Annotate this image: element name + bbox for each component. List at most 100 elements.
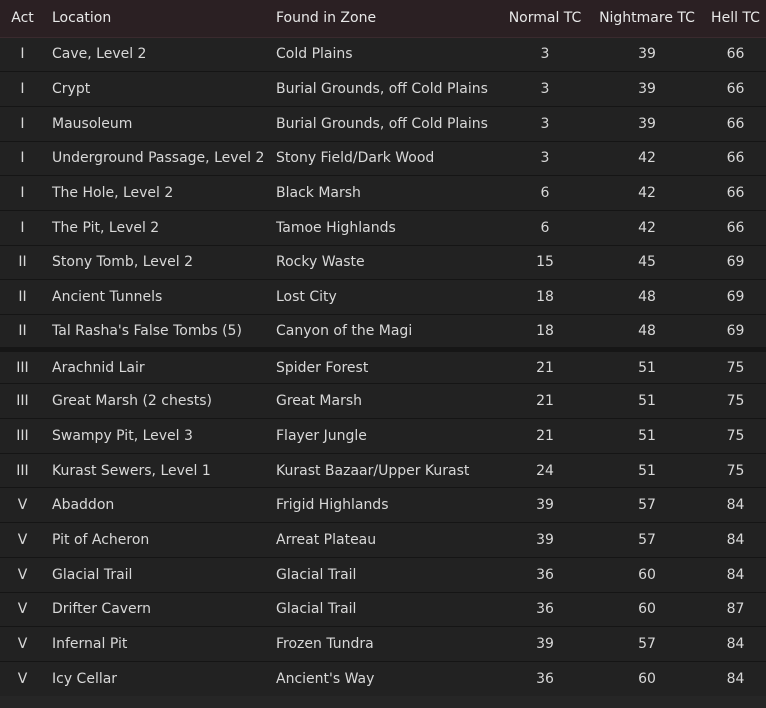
header-zone[interactable]: Found in Zone (276, 0, 494, 38)
cell-zone: Ancient's Way (276, 661, 494, 697)
cell-location: Great Marsh (2 chests) (45, 383, 276, 420)
table-row: V Icy Cellar Ancient's Way 36 60 84 (0, 661, 766, 697)
cell-location: Tal Rasha's False Tombs (5) (45, 314, 276, 352)
table-header: Act Location Found in Zone Normal TC Nig… (0, 0, 766, 38)
cell-normal-tc: 21 (494, 383, 596, 420)
table-row: I Cave, Level 2 Cold Plains 3 39 66 (0, 37, 766, 73)
cell-location: Kurast Sewers, Level 1 (45, 453, 276, 489)
cell-act: V (0, 661, 45, 697)
cell-nightmare-tc: 42 (596, 175, 698, 211)
cell-normal-tc: 3 (494, 37, 596, 73)
cell-act: I (0, 175, 45, 211)
cell-nightmare-tc: 42 (596, 141, 698, 177)
cell-normal-tc: 36 (494, 557, 596, 593)
cell-nightmare-tc: 60 (596, 661, 698, 697)
cell-normal-tc: 3 (494, 141, 596, 177)
cell-nightmare-tc: 60 (596, 557, 698, 593)
cell-location: The Hole, Level 2 (45, 175, 276, 211)
table-row: V Glacial Trail Glacial Trail 36 60 84 (0, 557, 766, 593)
cell-location: Icy Cellar (45, 661, 276, 697)
cell-hell-tc: 87 (698, 592, 766, 628)
cell-hell-tc: 66 (698, 106, 766, 142)
cell-zone: Frozen Tundra (276, 626, 494, 662)
table-row: II Ancient Tunnels Lost City 18 48 69 (0, 279, 766, 315)
table-row: III Swampy Pit, Level 3 Flayer Jungle 21 51 7… (0, 418, 766, 454)
cell-zone: Glacial Trail (276, 592, 494, 628)
cell-act: I (0, 210, 45, 246)
cell-hell-tc: 75 (698, 418, 766, 454)
cell-hell-tc: 69 (698, 314, 766, 352)
cell-location: Ancient Tunnels (45, 279, 276, 315)
cell-zone: Spider Forest (276, 349, 494, 385)
header-normal-tc[interactable]: Normal TC (494, 0, 596, 38)
cell-nightmare-tc: 42 (596, 210, 698, 246)
cell-normal-tc: 18 (494, 279, 596, 315)
cell-zone: Glacial Trail (276, 557, 494, 593)
table-row: I The Pit, Level 2 Tamoe Highlands 6 42 66 (0, 210, 766, 246)
cell-normal-tc: 3 (494, 106, 596, 142)
table-row: V Pit of Acheron Arreat Plateau 39 57 84 (0, 522, 766, 558)
header-row: Act Location Found in Zone Normal TC Nig… (0, 0, 766, 38)
cell-normal-tc: 6 (494, 210, 596, 246)
table-row: I Mausoleum Burial Grounds, off Cold Plain… (0, 106, 766, 142)
cell-zone: Arreat Plateau (276, 522, 494, 558)
cell-hell-tc: 75 (698, 453, 766, 489)
cell-normal-tc: 24 (494, 453, 596, 489)
cell-location: Drifter Cavern (45, 592, 276, 628)
cell-zone: Tamoe Highlands (276, 210, 494, 246)
cell-zone: Cold Plains (276, 37, 494, 73)
table-row: III Great Marsh (2 chests) Great Marsh 21 51… (0, 383, 766, 420)
cell-normal-tc: 21 (494, 418, 596, 454)
cell-hell-tc: 75 (698, 383, 766, 420)
cell-zone: Rocky Waste (276, 245, 494, 281)
cell-hell-tc: 69 (698, 279, 766, 315)
cell-nightmare-tc: 57 (596, 626, 698, 662)
cell-hell-tc: 75 (698, 349, 766, 385)
cell-act: I (0, 71, 45, 107)
cell-hell-tc: 84 (698, 557, 766, 593)
treasure-class-table-container: Act Location Found in Zone Normal TC Nig… (0, 0, 766, 697)
table-row: III Arachnid Lair Spider Forest 21 51 75 (0, 349, 766, 385)
cell-nightmare-tc: 51 (596, 453, 698, 489)
cell-act: V (0, 557, 45, 593)
cell-nightmare-tc: 51 (596, 418, 698, 454)
cell-hell-tc: 84 (698, 487, 766, 524)
cell-act: II (0, 279, 45, 315)
cell-act: III (0, 453, 45, 489)
cell-zone: Kurast Bazaar/Upper Kurast (276, 453, 494, 489)
header-hell-tc[interactable]: Hell TC (698, 0, 766, 38)
header-location[interactable]: Location (45, 0, 276, 38)
horizontal-scrollbar[interactable] (0, 696, 766, 708)
cell-nightmare-tc: 39 (596, 106, 698, 142)
cell-location: Infernal Pit (45, 626, 276, 662)
table-row: III Kurast Sewers, Level 1 Kurast Bazaar/U… (0, 453, 766, 489)
cell-location: Mausoleum (45, 106, 276, 142)
cell-nightmare-tc: 45 (596, 245, 698, 281)
cell-hell-tc: 84 (698, 522, 766, 558)
cell-nightmare-tc: 51 (596, 349, 698, 385)
cell-location: Pit of Acheron (45, 522, 276, 558)
cell-zone: Stony Field/Dark Wood (276, 141, 494, 177)
cell-act: III (0, 349, 45, 385)
cell-zone: Lost City (276, 279, 494, 315)
header-nightmare-tc[interactable]: Nightmare TC (596, 0, 698, 38)
cell-zone: Frigid Highlands (276, 487, 494, 524)
cell-act: III (0, 383, 45, 420)
table-row: I Crypt Burial Grounds, off Cold Plains 3 39… (0, 71, 766, 107)
cell-act: V (0, 487, 45, 524)
cell-act: I (0, 106, 45, 142)
cell-nightmare-tc: 57 (596, 487, 698, 524)
cell-location: Abaddon (45, 487, 276, 524)
header-act[interactable]: Act (0, 0, 45, 38)
cell-normal-tc: 36 (494, 661, 596, 697)
cell-normal-tc: 39 (494, 487, 596, 524)
cell-nightmare-tc: 39 (596, 37, 698, 73)
cell-act: I (0, 37, 45, 73)
cell-location: Swampy Pit, Level 3 (45, 418, 276, 454)
cell-nightmare-tc: 48 (596, 279, 698, 315)
cell-normal-tc: 3 (494, 71, 596, 107)
cell-location: Glacial Trail (45, 557, 276, 593)
cell-location: Stony Tomb, Level 2 (45, 245, 276, 281)
cell-nightmare-tc: 39 (596, 71, 698, 107)
cell-act: V (0, 592, 45, 628)
